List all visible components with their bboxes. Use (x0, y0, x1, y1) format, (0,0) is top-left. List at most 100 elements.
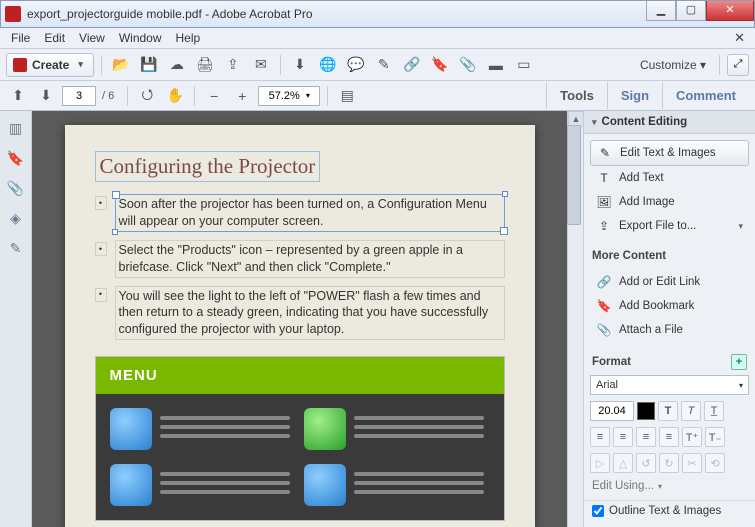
zoom-out-icon[interactable]: − (202, 85, 226, 107)
section-more-content: More Content (584, 244, 755, 264)
bookmarks-icon[interactable]: 🔖 (7, 149, 25, 167)
page-down-icon[interactable]: ⬇ (34, 85, 58, 107)
pdf-page: Configuring the Projector • Soon after t… (65, 125, 535, 527)
outline-checkbox[interactable] (592, 505, 604, 517)
attachments-icon[interactable]: 📎 (7, 179, 25, 197)
pointer-tool-icon[interactable]: ⭯ (135, 85, 159, 107)
align-left-button[interactable]: ≡ (590, 427, 610, 447)
share-icon[interactable]: ⇪ (221, 54, 245, 76)
tool-add-edit-link[interactable]: 🔗Add or Edit Link (590, 270, 749, 294)
align-justify-button[interactable]: ≡ (659, 427, 679, 447)
attach-icon: 📎 (596, 322, 612, 338)
edit-using-dropdown[interactable]: Edit Using... (584, 476, 755, 496)
menu-window[interactable]: Window (112, 29, 169, 47)
tool-add-text[interactable]: TAdd Text (590, 166, 749, 190)
italic-button[interactable]: T (681, 401, 701, 421)
menu-file[interactable]: File (4, 29, 37, 47)
panel-header-content-editing[interactable]: Content Editing (584, 111, 755, 134)
link-tool-icon[interactable]: 🔗 (400, 54, 424, 76)
tool-export-file[interactable]: ⇪Export File to... (590, 214, 749, 238)
export-icon[interactable]: ⬇ (288, 54, 312, 76)
layers-icon[interactable]: ◈ (7, 209, 25, 227)
bookmark-icon: 🔖 (596, 298, 612, 314)
flip-v-button[interactable]: △ (613, 453, 633, 473)
menu-view[interactable]: View (72, 29, 112, 47)
align-right-button[interactable]: ≡ (636, 427, 656, 447)
zoom-select[interactable]: 57.2% (258, 86, 320, 106)
add-text-icon: T (596, 170, 612, 186)
document-scrollbar[interactable]: ▲ (567, 111, 583, 527)
scroll-thumb[interactable] (567, 125, 581, 225)
tab-tools[interactable]: Tools (546, 82, 607, 109)
navigation-rail: ▥ 🔖 📎 ◈ ✎ (0, 111, 32, 527)
subscript-button[interactable]: T₋ (705, 427, 725, 447)
expand-toolbar-button[interactable]: ⤢ (727, 54, 749, 76)
tool-add-image[interactable]: 🖼Add Image (590, 190, 749, 214)
globe-graphic-icon (304, 464, 346, 506)
create-button[interactable]: Create (6, 53, 94, 77)
tab-comment[interactable]: Comment (662, 82, 749, 109)
hand-tool-icon[interactable]: ✋ (163, 85, 187, 107)
section-format: Format+ (584, 348, 755, 372)
comment-icon[interactable]: 💬 (344, 54, 368, 76)
format-expand-icon[interactable]: + (731, 354, 747, 370)
window-titlebar: export_projectorguide mobile.pdf - Adobe… (0, 0, 755, 28)
embedded-menu-graphic: MENU (95, 356, 505, 521)
flip-h-button[interactable]: ▷ (590, 453, 610, 473)
convert-icon[interactable]: 🌐 (316, 54, 340, 76)
reading-mode-icon[interactable]: ▤ (335, 85, 359, 107)
tool-attach-file[interactable]: 📎Attach a File (590, 318, 749, 342)
window-minimize-button[interactable] (646, 1, 676, 21)
zoom-in-icon[interactable]: + (230, 85, 254, 107)
font-color-swatch[interactable] (637, 402, 655, 420)
underline-button[interactable]: T̲ (704, 401, 724, 421)
menu-graphic-header: MENU (96, 357, 504, 394)
font-size-input[interactable] (590, 401, 634, 421)
replace-button[interactable]: ⟲ (705, 453, 725, 473)
bullet-box[interactable]: • (95, 288, 107, 302)
form-icon[interactable]: ▭ (512, 54, 536, 76)
attach-tool-icon[interactable]: 📎 (456, 54, 480, 76)
redact-icon[interactable]: ▬ (484, 54, 508, 76)
align-center-button[interactable]: ≡ (613, 427, 633, 447)
page-number-input[interactable] (62, 86, 96, 106)
crop-button[interactable]: ✂ (682, 453, 702, 473)
menubar: File Edit View Window Help ✕ (0, 28, 755, 49)
customize-button[interactable]: Customize ▾ (634, 58, 712, 72)
outline-text-images-checkbox[interactable]: Outline Text & Images (584, 500, 755, 521)
editable-text-block[interactable]: You will see the light to the left of "P… (115, 286, 505, 341)
cloud-save-icon[interactable]: ☁ (165, 54, 189, 76)
tool-add-bookmark[interactable]: 🔖Add Bookmark (590, 294, 749, 318)
save-icon[interactable]: 💾 (137, 54, 161, 76)
menu-edit[interactable]: Edit (37, 29, 72, 47)
font-family-select[interactable]: Arial (590, 375, 749, 395)
nav-toolbar: ⬆ ⬇ / 6 ⭯ ✋ − + 57.2% ▤ Tools Sign Comme… (0, 81, 755, 111)
bookmark-tool-icon[interactable]: 🔖 (428, 54, 452, 76)
stamp-icon[interactable]: ✎ (372, 54, 396, 76)
document-close-button[interactable]: ✕ (727, 28, 751, 48)
bullet-box[interactable]: • (95, 242, 107, 256)
rotate-cw-button[interactable]: ↻ (659, 453, 679, 473)
main-toolbar: Create 📂 💾 ☁ 🖨 ⇪ ✉ ⬇ 🌐 💬 ✎ 🔗 🔖 📎 ▬ ▭ Cus… (0, 49, 755, 81)
tab-sign[interactable]: Sign (607, 82, 662, 109)
print-icon[interactable]: 🖨 (193, 54, 217, 76)
page-heading[interactable]: Configuring the Projector (95, 151, 321, 182)
bold-button[interactable]: T (658, 401, 678, 421)
page-up-icon[interactable]: ⬆ (6, 85, 30, 107)
window-title: export_projectorguide mobile.pdf - Adobe… (27, 7, 313, 21)
window-maximize-button[interactable] (676, 1, 706, 21)
open-icon[interactable]: 📂 (109, 54, 133, 76)
menu-help[interactable]: Help (169, 29, 208, 47)
tool-edit-text-images[interactable]: ✎Edit Text & Images (590, 140, 749, 166)
add-image-icon: 🖼 (596, 194, 612, 210)
rotate-ccw-button[interactable]: ↺ (636, 453, 656, 473)
email-icon[interactable]: ✉ (249, 54, 273, 76)
bullet-box[interactable]: • (95, 196, 107, 210)
superscript-button[interactable]: T⁺ (682, 427, 702, 447)
document-viewport[interactable]: Configuring the Projector • Soon after t… (32, 111, 567, 527)
signatures-icon[interactable]: ✎ (7, 239, 25, 257)
window-close-button[interactable] (706, 1, 754, 21)
editable-text-block[interactable]: Soon after the projector has been turned… (115, 194, 505, 232)
editable-text-block[interactable]: Select the "Products" icon – represented… (115, 240, 505, 278)
page-thumbnails-icon[interactable]: ▥ (7, 119, 25, 137)
